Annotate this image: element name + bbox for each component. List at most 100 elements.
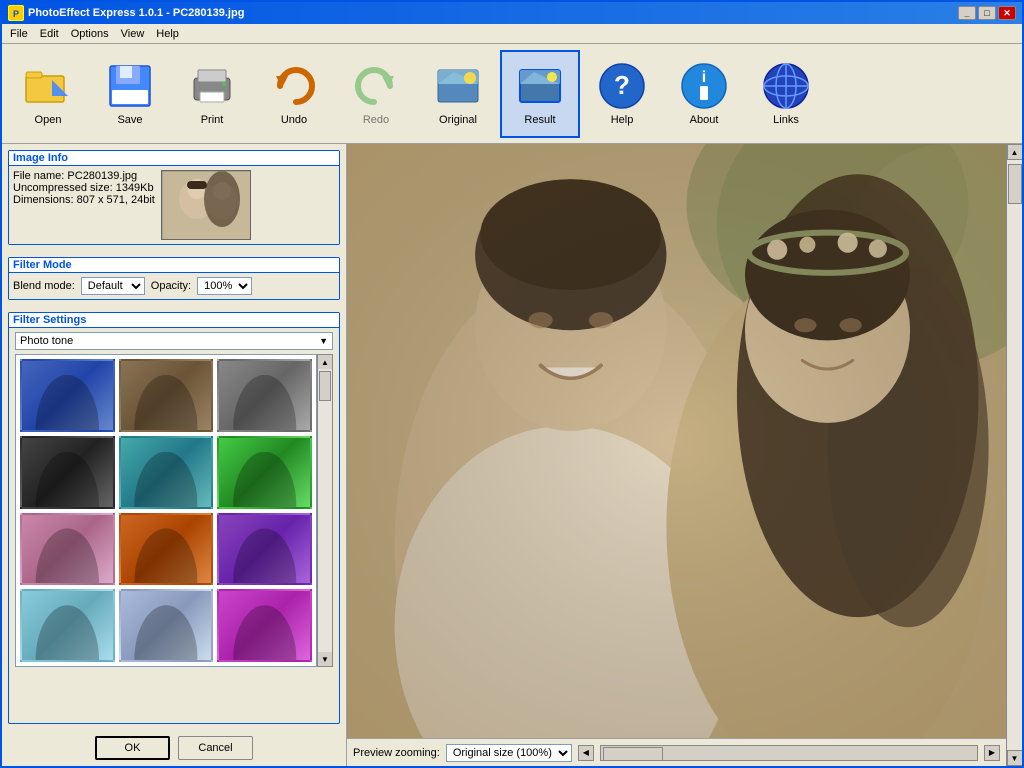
window-controls: _ □ ✕	[958, 6, 1016, 20]
size-label: Uncompressed size: 1349Kb	[13, 182, 155, 194]
toolbar: Open Save	[2, 44, 1022, 144]
filename-label: File name: PC280139.jpg	[13, 170, 155, 182]
left-panel: Image Info File name: PC280139.jpg Uncom…	[2, 144, 347, 766]
filter-mode-title: Filter Mode	[9, 258, 339, 273]
thumbnails-area: ▲ ▼	[15, 354, 333, 667]
preview-area	[347, 144, 1006, 738]
result-button[interactable]: Result	[500, 50, 580, 138]
thumb-purple-1[interactable]	[217, 513, 312, 586]
thumb-lavender-1[interactable]	[119, 589, 214, 662]
filter-mode-section: Filter Mode Blend mode: Default Normal M…	[8, 257, 340, 300]
result-label: Result	[524, 114, 555, 126]
scroll-track	[1007, 160, 1023, 750]
redo-label: Redo	[363, 114, 389, 126]
print-label: Print	[201, 114, 224, 126]
thumb-gray-1[interactable]	[217, 359, 312, 432]
original-icon	[434, 62, 482, 110]
dimensions-label: Dimensions: 807 x 571, 24bit	[13, 194, 155, 206]
filter-dropdown[interactable]: Photo tone ▼	[15, 332, 333, 350]
save-label: Save	[117, 114, 142, 126]
filter-settings-content: Photo tone ▼	[9, 328, 339, 354]
v-scrollbar: ▲ ▼	[1006, 144, 1022, 766]
save-icon	[106, 62, 154, 110]
window-title: PhotoEffect Express 1.0.1 - PC280139.jpg	[28, 7, 958, 19]
filter-selected-label: Photo tone	[20, 335, 319, 347]
open-button[interactable]: Open	[8, 50, 88, 138]
thumb-lightblue-1[interactable]	[20, 589, 115, 662]
menu-view[interactable]: View	[115, 26, 151, 42]
thumb-scroll-down[interactable]: ▼	[318, 652, 332, 666]
image-info-title: Image Info	[9, 151, 339, 166]
close-button[interactable]: ✕	[998, 6, 1016, 20]
scroll-up-button[interactable]: ▲	[1007, 144, 1023, 160]
title-bar: P PhotoEffect Express 1.0.1 - PC280139.j…	[2, 2, 1022, 24]
maximize-button[interactable]: □	[978, 6, 996, 20]
thumb-magenta-1[interactable]	[217, 589, 312, 662]
scroll-thumb[interactable]	[1008, 164, 1022, 204]
thumb-blue-1[interactable]	[20, 359, 115, 432]
save-button[interactable]: Save	[90, 50, 170, 138]
minimize-button[interactable]: _	[958, 6, 976, 20]
links-button[interactable]: Links	[746, 50, 826, 138]
ok-button[interactable]: OK	[95, 736, 170, 760]
undo-icon	[270, 62, 318, 110]
thumbnails-scrollbar: ▲ ▼	[317, 354, 333, 667]
links-label: Links	[773, 114, 799, 126]
scroll-down-button[interactable]: ▼	[1007, 750, 1023, 766]
h-scroll-thumb[interactable]	[603, 747, 663, 761]
original-button[interactable]: Original	[418, 50, 498, 138]
redo-button[interactable]: Redo	[336, 50, 416, 138]
zoom-select[interactable]: Original size (100%) Fit to window 50% 2…	[446, 744, 572, 762]
image-info-section: Image Info File name: PC280139.jpg Uncom…	[8, 150, 340, 245]
blend-mode-select[interactable]: Default Normal Multiply	[81, 277, 145, 295]
h-scroll-right-button[interactable]: ▶	[984, 745, 1000, 761]
opacity-select[interactable]: 100% 75% 50%	[197, 277, 252, 295]
filter-settings-section: Filter Settings Photo tone ▼	[8, 312, 340, 724]
preview-bottom-bar: Preview zooming: Original size (100%) Fi…	[347, 738, 1006, 766]
menu-edit[interactable]: Edit	[34, 26, 65, 42]
original-label: Original	[439, 114, 477, 126]
svg-text:P: P	[13, 9, 19, 19]
image-info-text: File name: PC280139.jpg Uncompressed siz…	[13, 170, 155, 240]
cancel-button[interactable]: Cancel	[178, 736, 253, 760]
filter-mode-content: Blend mode: Default Normal Multiply Opac…	[9, 273, 339, 299]
undo-label: Undo	[281, 114, 307, 126]
open-icon	[24, 62, 72, 110]
links-icon	[762, 62, 810, 110]
zoom-label: Preview zooming:	[353, 747, 440, 759]
help-label: Help	[611, 114, 634, 126]
svg-text:?: ?	[614, 70, 630, 100]
image-thumbnail	[161, 170, 251, 240]
main-window: P PhotoEffect Express 1.0.1 - PC280139.j…	[0, 0, 1024, 768]
menu-help[interactable]: Help	[150, 26, 185, 42]
thumb-pink-1[interactable]	[20, 513, 115, 586]
print-button[interactable]: Print	[172, 50, 252, 138]
menu-options[interactable]: Options	[65, 26, 115, 42]
thumb-orange-1[interactable]	[119, 513, 214, 586]
thumb-dark-1[interactable]	[20, 436, 115, 509]
thumb-scroll-up[interactable]: ▲	[318, 355, 332, 369]
undo-button[interactable]: Undo	[254, 50, 334, 138]
h-scroll-left-button[interactable]: ◀	[578, 745, 594, 761]
thumb-green-1[interactable]	[217, 436, 312, 509]
help-icon: ?	[598, 62, 646, 110]
thumb-teal-1[interactable]	[119, 436, 214, 509]
blend-mode-label: Blend mode:	[13, 280, 75, 292]
help-button[interactable]: ? Help	[582, 50, 662, 138]
thumb-sepia-1[interactable]	[119, 359, 214, 432]
redo-icon	[352, 62, 400, 110]
bottom-buttons: OK Cancel	[2, 730, 346, 766]
open-label: Open	[35, 114, 62, 126]
about-button[interactable]: i About	[664, 50, 744, 138]
thumb-scroll-thumb[interactable]	[319, 371, 331, 401]
thumb-scroll-track	[318, 369, 332, 652]
preview-image	[347, 144, 1006, 738]
main-content: Image Info File name: PC280139.jpg Uncom…	[2, 144, 1022, 766]
filter-dropdown-arrow: ▼	[319, 336, 328, 346]
h-scroll-track	[600, 745, 978, 761]
about-label: About	[690, 114, 719, 126]
menu-bar: File Edit Options View Help	[2, 24, 1022, 44]
menu-file[interactable]: File	[4, 26, 34, 42]
right-panel: Preview zooming: Original size (100%) Fi…	[347, 144, 1006, 766]
right-panel-container: Preview zooming: Original size (100%) Fi…	[347, 144, 1022, 766]
